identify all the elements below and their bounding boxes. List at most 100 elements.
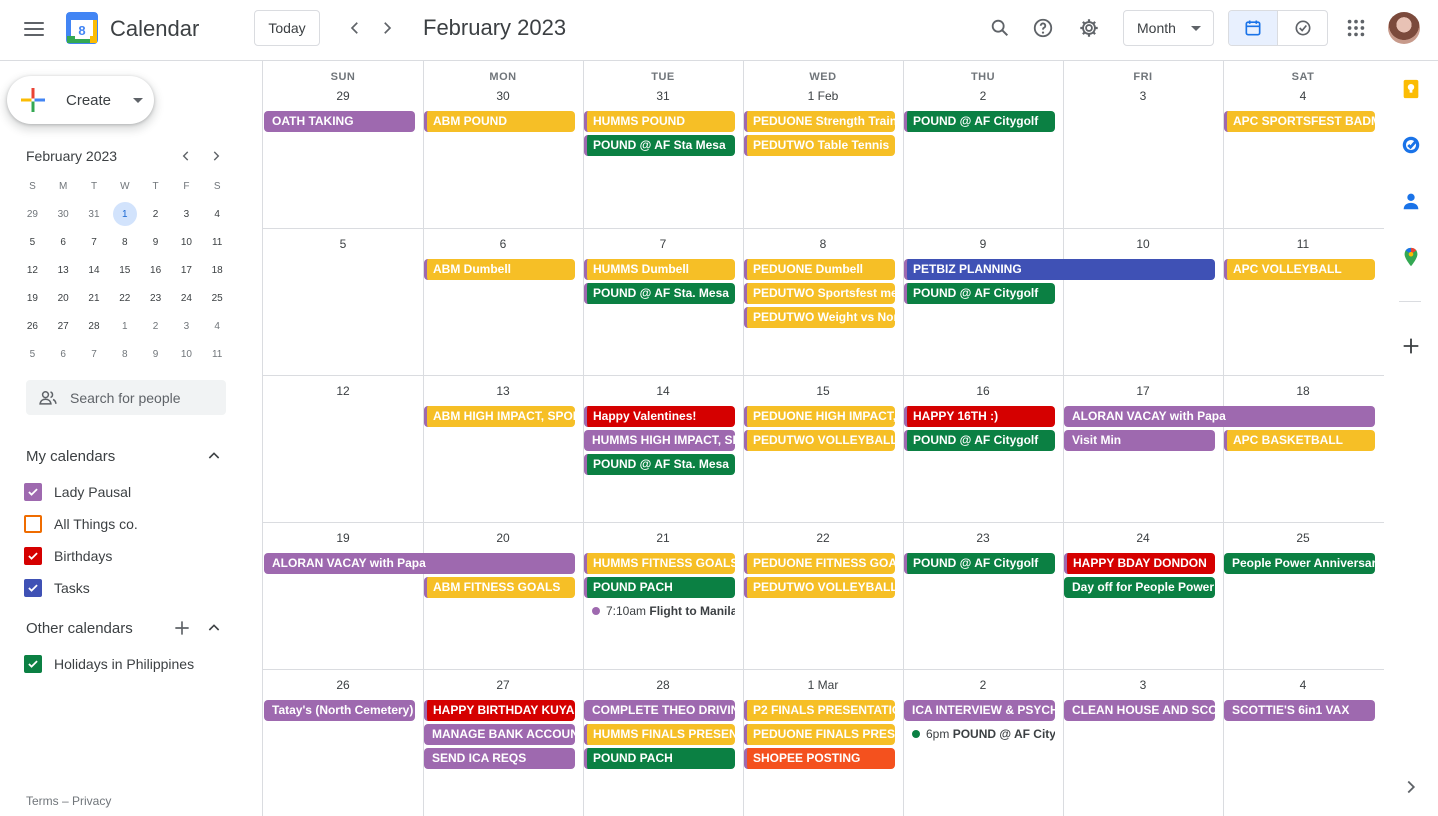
mini-calendar-day[interactable]: 7 (79, 340, 110, 368)
day-number[interactable]: 13 (423, 384, 583, 398)
day-number[interactable]: 16 (903, 384, 1063, 398)
apps-button[interactable] (1342, 14, 1370, 42)
mini-calendar-day[interactable]: 4 (202, 312, 233, 340)
event-chip[interactable]: PEDUONE Dumbell (744, 259, 895, 280)
event-chip[interactable]: ABM HIGH IMPACT, SPORTS (424, 406, 575, 427)
help-button[interactable] (1029, 14, 1057, 42)
checkbox[interactable] (24, 483, 42, 501)
other-calendars-collapse[interactable] (204, 618, 224, 638)
day-number[interactable]: 4 (1223, 678, 1383, 692)
search-people-input[interactable]: Search for people (26, 380, 226, 415)
event-chip[interactable]: HUMMS Dumbell (584, 259, 735, 280)
event-chip[interactable]: Visit Min (1064, 430, 1215, 451)
event-chip[interactable]: ABM Dumbell (424, 259, 575, 280)
calendar-item[interactable]: Holidays in Philippines (24, 652, 234, 676)
day-number[interactable]: 27 (423, 678, 583, 692)
checkbox[interactable] (24, 515, 42, 533)
mini-calendar-day[interactable]: 6 (48, 228, 79, 256)
event-chip[interactable]: PEDUTWO Weight vs Non-weight (744, 307, 895, 328)
mini-calendar-day[interactable]: 5 (17, 228, 48, 256)
day-number[interactable]: 23 (903, 531, 1063, 545)
event-chip[interactable]: OATH TAKING (264, 111, 415, 132)
day-number[interactable]: 1 Feb (743, 89, 903, 103)
mini-calendar-day[interactable]: 25 (202, 284, 233, 312)
day-number[interactable]: 18 (1223, 384, 1383, 398)
mini-calendar-day[interactable]: 21 (79, 284, 110, 312)
day-number[interactable]: 14 (583, 384, 743, 398)
day-number[interactable]: 26 (263, 678, 423, 692)
event-chip[interactable]: ABM POUND (424, 111, 575, 132)
checkbox[interactable] (24, 579, 42, 597)
event-chip[interactable]: Tatay's (North Cemetery) (264, 700, 415, 721)
calendar-item[interactable]: All Things co. (24, 512, 234, 536)
mini-calendar-day[interactable]: 3 (171, 312, 202, 340)
keep-icon[interactable] (1400, 78, 1422, 100)
event-chip[interactable]: HAPPY 16TH :) (904, 406, 1055, 427)
mini-calendar-day[interactable]: 2 (140, 312, 171, 340)
calendar-item[interactable]: Birthdays (24, 544, 234, 568)
mini-calendar-day[interactable]: 5 (17, 340, 48, 368)
event-chip[interactable]: SHOPEE POSTING (744, 748, 895, 769)
tasks-icon[interactable] (1400, 134, 1422, 156)
contacts-icon[interactable] (1400, 190, 1422, 212)
event-chip[interactable]: MANAGE BANK ACCOUNTS (424, 724, 575, 745)
event-chip[interactable]: POUND @ AF Citygolf (904, 283, 1055, 304)
event-chip[interactable]: POUND @ AF Sta. Mesa (584, 283, 735, 304)
day-number[interactable]: 30 (423, 89, 583, 103)
timed-event[interactable]: 6pm POUND @ AF Citygolf (904, 724, 1055, 745)
timed-event[interactable]: 7:10am Flight to Manila (584, 601, 735, 622)
event-chip[interactable]: HUMMS HIGH IMPACT, SPORTS (584, 430, 735, 451)
mini-calendar-previous[interactable] (176, 146, 196, 166)
mini-calendar-day[interactable]: 20 (48, 284, 79, 312)
day-number[interactable]: 10 (1063, 237, 1223, 251)
maps-icon[interactable] (1400, 246, 1422, 268)
day-number[interactable]: 31 (583, 89, 743, 103)
event-chip[interactable]: ALORAN VACAY with Papa (1064, 406, 1375, 427)
event-chip[interactable]: Day off for People Power Anniversary (1064, 577, 1215, 598)
event-chip[interactable]: SEND ICA REQS (424, 748, 575, 769)
day-number[interactable]: 29 (263, 89, 423, 103)
mini-calendar-day[interactable]: 12 (17, 256, 48, 284)
mini-calendar-day[interactable]: 11 (202, 340, 233, 368)
other-calendars-title[interactable]: Other calendars (26, 620, 133, 637)
mini-calendar-day[interactable]: 29 (17, 200, 48, 228)
event-chip[interactable]: PEDUTWO Table Tennis (744, 135, 895, 156)
mini-calendar-day[interactable]: 1 (109, 200, 140, 228)
event-chip[interactable]: HUMMS FINALS PRESENTATION (584, 724, 735, 745)
calendar-item[interactable]: Lady Pausal (24, 480, 234, 504)
create-button[interactable]: Create (7, 76, 154, 124)
day-number[interactable]: 22 (743, 531, 903, 545)
add-addon-icon[interactable] (1400, 335, 1422, 357)
event-chip[interactable]: HAPPY BIRTHDAY KUYA (424, 700, 575, 721)
event-chip[interactable]: ALORAN VACAY with Papa (264, 553, 575, 574)
calendar-view-toggle[interactable] (1229, 11, 1279, 45)
next-month-button[interactable] (373, 14, 401, 42)
mini-calendar-day[interactable]: 10 (171, 228, 202, 256)
day-number[interactable]: 8 (743, 237, 903, 251)
day-number[interactable]: 3 (1063, 89, 1223, 103)
event-chip[interactable]: APC VOLLEYBALL (1224, 259, 1375, 280)
event-chip[interactable]: PEDUTWO Sportsfest meeting (744, 283, 895, 304)
expand-panel-icon[interactable] (1400, 776, 1422, 798)
mini-calendar-day[interactable]: 26 (17, 312, 48, 340)
mini-calendar-day[interactable]: 6 (48, 340, 79, 368)
event-chip[interactable]: POUND @ AF Citygolf (904, 111, 1055, 132)
event-chip[interactable]: Happy Valentines! (584, 406, 735, 427)
previous-month-button[interactable] (341, 14, 369, 42)
day-number[interactable]: 7 (583, 237, 743, 251)
day-number[interactable]: 25 (1223, 531, 1383, 545)
mini-calendar-day[interactable]: 28 (79, 312, 110, 340)
event-chip[interactable]: PEDUONE HIGH IMPACT, SPORTS (744, 406, 895, 427)
mini-calendar-day[interactable]: 30 (48, 200, 79, 228)
mini-calendar-day[interactable]: 9 (140, 340, 171, 368)
event-chip[interactable]: POUND PACH (584, 748, 735, 769)
mini-calendar-day[interactable]: 4 (202, 200, 233, 228)
event-chip[interactable]: CLEAN HOUSE AND SCOOTER (1064, 700, 1215, 721)
day-number[interactable]: 20 (423, 531, 583, 545)
account-avatar[interactable] (1388, 12, 1420, 44)
mini-calendar-day[interactable]: 19 (17, 284, 48, 312)
event-chip[interactable]: PEDUONE FINALS PRESENTATION (744, 724, 895, 745)
my-calendars-collapse[interactable] (204, 446, 224, 466)
event-chip[interactable]: PETBIZ PLANNING (904, 259, 1215, 280)
event-chip[interactable]: PEDUONE FITNESS GOALS (744, 553, 895, 574)
